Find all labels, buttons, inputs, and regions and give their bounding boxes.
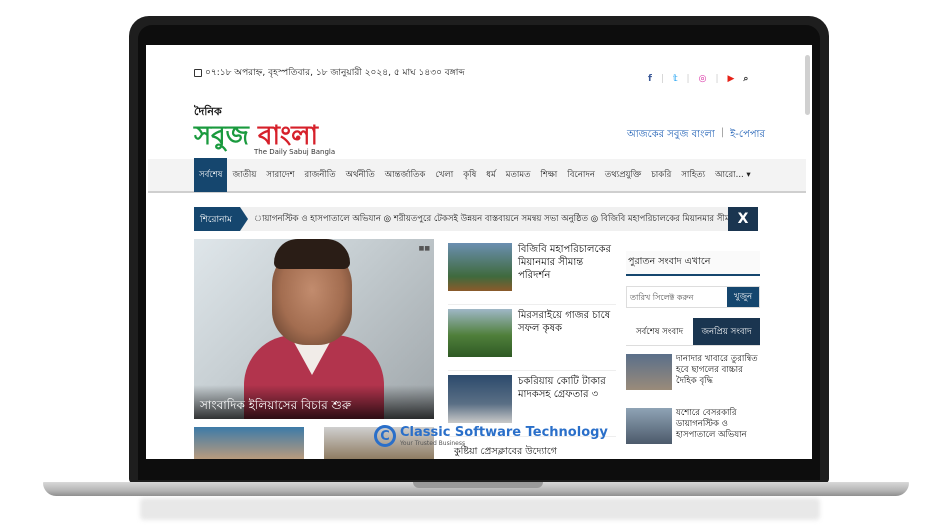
list-item[interactable]: বিজিবি মহাপরিচালকের মিয়ানমার সীমান্ত পর… — [448, 239, 616, 305]
divider: | — [686, 74, 690, 84]
today-link[interactable]: আজকের সবুজ বাংলা — [627, 127, 715, 144]
logo-small-text: দৈনিক — [194, 105, 222, 118]
epaper-link[interactable]: ই-পেপার — [730, 127, 765, 144]
page-scrollbar[interactable] — [805, 55, 810, 115]
news-title[interactable]: দানাদার খাবারে তুরান্বিত হবে ছাগলের বাচ্… — [676, 354, 760, 404]
watermark-subtext: Your Trusted Business — [400, 439, 466, 447]
archive-search: তারিখ সিলেক্ট করুন খুজুন — [626, 286, 760, 308]
tab-popular[interactable]: জনপ্রিয় সংবাদ — [693, 318, 760, 345]
facebook-icon[interactable]: f — [648, 74, 652, 84]
nav-item-religion[interactable]: ধর্ম — [481, 158, 500, 192]
logo-subtitle: The Daily Sabuj Bangla — [254, 148, 336, 156]
news-list: বিজিবি মহাপরিচালকের মিয়ানমার সীমান্ত পর… — [448, 239, 616, 437]
watermark-icon: C — [374, 425, 396, 447]
nav-item-international[interactable]: আন্তর্জাতিক — [380, 158, 431, 192]
search-icon[interactable]: ⌕ — [743, 74, 748, 84]
news-thumbnail[interactable] — [626, 408, 672, 444]
laptop-mockup: ০৭:১৮ অপরাহ্ন, বৃহস্পতিবার, ১৮ জানুয়ারী… — [0, 0, 939, 530]
slider-dots[interactable]: ■■ — [419, 245, 430, 252]
featured-caption[interactable]: সাংবাদিক ইলিয়াসের বিচার শুরু — [194, 385, 434, 419]
nav-item-literature[interactable]: সাহিত্য — [676, 158, 710, 192]
date-input[interactable]: তারিখ সিলেক্ট করুন — [627, 287, 727, 307]
date-bar: ০৭:১৮ অপরাহ্ন, বৃহস্পতিবার, ১৮ জানুয়ারী… — [194, 65, 465, 80]
site-logo[interactable]: দৈনিক সবুজ বাংলা The Daily Sabuj Bangla — [194, 103, 335, 156]
nav-item-sports[interactable]: খেলা — [430, 158, 458, 192]
nav-item-opinion[interactable]: মতামত — [501, 158, 536, 192]
nav-item-education[interactable]: শিক্ষা — [535, 158, 562, 192]
nav-item-latest[interactable]: সর্বশেষ — [194, 158, 228, 192]
ticker-text[interactable]: ায়াগনস্টিক ও হাসপাতালে অভিযান ◎ শরীয়তপ… — [240, 212, 728, 226]
main-nav: সর্বশেষ জাতীয় সারাদেশ রাজনীতি অর্থনীতি … — [148, 158, 806, 193]
header-links: আজকের সবুজ বাংলা | ই-পেপার — [627, 127, 765, 144]
ticker-close-button[interactable]: X — [728, 207, 758, 231]
laptop-shadow — [140, 498, 820, 520]
logo-main-text: সবুজ বাংলা — [194, 122, 335, 150]
tab-latest[interactable]: সর্বশেষ সংবাদ — [626, 318, 693, 345]
nav-item-entertainment[interactable]: বিনোদন — [562, 158, 600, 192]
divider: | — [715, 74, 719, 84]
featured-news[interactable]: ■■ সাংবাদিক ইলিয়াসের বিচার শুরু — [194, 239, 434, 419]
news-thumbnail[interactable] — [448, 309, 512, 357]
list-item[interactable]: মিরসরাইয়ে গাজর চাষে সফল কৃষক — [448, 305, 616, 371]
hero-image-hair — [274, 239, 350, 269]
news-title[interactable]: মিরসরাইয়ে গাজর চাষে সফল কৃষক — [518, 309, 616, 370]
list-item[interactable]: দানাদার খাবারে তুরান্বিত হবে ছাগলের বাচ্… — [626, 350, 760, 404]
laptop-notch — [413, 482, 543, 488]
nav-item-country[interactable]: সারাদেশ — [261, 158, 299, 192]
news-title[interactable]: যশোরে বেসরকারি ডায়াগনস্টিক ও হাসপাতালে … — [676, 408, 760, 458]
current-datetime: ০৭:১৮ অপরাহ্ন, বৃহস্পতিবার, ১৮ জানুয়ারী… — [205, 68, 465, 78]
nav-item-more[interactable]: আরো... ▾ — [710, 158, 756, 192]
search-button[interactable]: খুজুন — [727, 287, 759, 307]
news-thumbnail[interactable] — [448, 375, 512, 423]
logo-green-text: সবুজ — [194, 121, 258, 151]
instagram-icon[interactable]: ◎ — [699, 74, 707, 84]
sidebar-news-list: দানাদার খাবারে তুরান্বিত হবে ছাগলের বাচ্… — [626, 350, 760, 458]
news-thumbnail[interactable] — [194, 427, 304, 459]
list-item[interactable]: যশোরে বেসরকারি ডায়াগনস্টিক ও হাসপাতালে … — [626, 404, 760, 458]
browser-screen: ০৭:১৮ অপরাহ্ন, বৃহস্পতিবার, ১৮ জানুয়ারী… — [146, 45, 812, 459]
archive-title: পুরাতন সংবাদ এখানে — [626, 251, 760, 276]
ticker-label: শিরোনাম — [194, 207, 248, 231]
sidebar: পুরাতন সংবাদ এখানে তারিখ সিলেক্ট করুন খু… — [626, 251, 760, 458]
news-thumbnail[interactable] — [448, 243, 512, 291]
news-ticker: শিরোনাম ায়াগনস্টিক ও হাসপাতালে অভিযান ◎… — [194, 207, 758, 231]
nav-item-jobs[interactable]: চাকরি — [646, 158, 676, 192]
calendar-icon — [194, 68, 202, 77]
watermark-logo: C Classic Software Technology Your Trust… — [374, 425, 608, 447]
news-title[interactable]: বিজিবি মহাপরিচালকের মিয়ানমার সীমান্ত পর… — [518, 243, 616, 304]
divider: | — [660, 74, 664, 84]
nav-item-economy[interactable]: অর্থনীতি — [341, 158, 380, 192]
news-thumbnail[interactable] — [626, 354, 672, 390]
watermark-text: Classic Software Technology — [400, 424, 608, 440]
nav-item-agriculture[interactable]: কৃষি — [458, 158, 481, 192]
nav-item-national[interactable]: জাতীয় — [227, 158, 261, 192]
nav-item-tech[interactable]: তথ্যপ্রযুক্তি — [600, 158, 646, 192]
nav-item-politics[interactable]: রাজনীতি — [300, 158, 341, 192]
news-tabs: সর্বশেষ সংবাদ জনপ্রিয় সংবাদ — [626, 318, 760, 346]
social-links: f | 𝕥 | ◎ | ▶ ⌕ — [648, 74, 748, 84]
youtube-icon[interactable]: ▶ — [727, 74, 734, 84]
link-separator: | — [720, 127, 725, 138]
twitter-icon[interactable]: 𝕥 — [673, 74, 678, 84]
logo-red-text: বাংলা — [257, 121, 319, 151]
